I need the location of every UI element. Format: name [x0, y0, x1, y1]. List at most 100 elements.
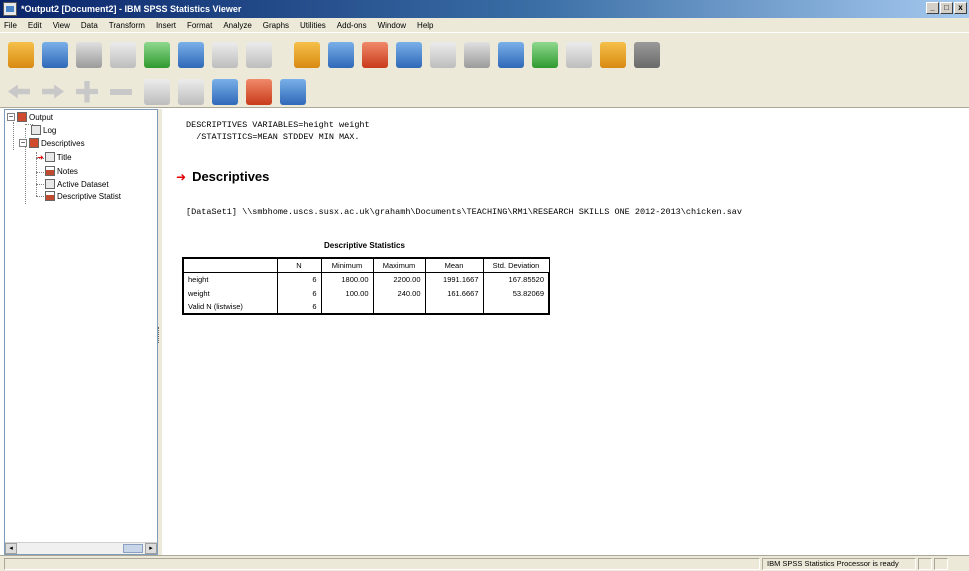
spelling-icon[interactable]: [532, 41, 558, 68]
use-sets-icon[interactable]: [430, 41, 456, 68]
row-label: Valid N (listwise): [182, 300, 278, 315]
table-icon: [45, 191, 55, 201]
descriptive-statistics-table[interactable]: N Minimum Maximum Mean Std. Deviation he…: [182, 257, 550, 315]
menu-insert[interactable]: Insert: [156, 21, 176, 30]
menu-file[interactable]: File: [4, 21, 17, 30]
stop-icon[interactable]: [634, 41, 660, 68]
window-title: *Output2 [Document2] - IBM SPSS Statisti…: [21, 4, 242, 14]
header-cell: Mean: [424, 257, 484, 273]
tree-item-descriptive-statistics[interactable]: Descriptive Statist: [45, 191, 121, 201]
outline-toolbar: [0, 76, 969, 108]
close-button[interactable]: x: [954, 2, 967, 14]
menu-view[interactable]: View: [53, 21, 70, 30]
export-icon[interactable]: [144, 41, 170, 68]
menu-transform[interactable]: Transform: [109, 21, 145, 30]
menu-window[interactable]: Window: [378, 21, 406, 30]
insert-heading-icon[interactable]: [212, 78, 238, 105]
table-row: weight 6 100.00 240.00 161.6667 53.82069: [182, 286, 550, 300]
undo-icon[interactable]: [212, 41, 238, 68]
print-preview-icon[interactable]: [110, 41, 136, 68]
designate-window-icon[interactable]: [498, 41, 524, 68]
menu-graphs[interactable]: Graphs: [263, 21, 289, 30]
menu-format[interactable]: Format: [187, 21, 212, 30]
tree-item-log[interactable]: Log: [31, 125, 56, 135]
insert-title-icon[interactable]: [246, 78, 272, 105]
menu-edit[interactable]: Edit: [28, 21, 42, 30]
status-bar: IBM SPSS Statistics Processor is ready: [0, 555, 969, 571]
menu-analyze[interactable]: Analyze: [223, 21, 251, 30]
header-cell: Minimum: [320, 257, 374, 273]
scroll-thumb[interactable]: [123, 544, 143, 553]
goto-data-icon[interactable]: [294, 41, 320, 68]
table-row: height 6 1800.00 2200.00 1991.1667 167.8…: [182, 271, 550, 286]
table-cell: 161.6667: [424, 286, 484, 300]
open-folder-icon[interactable]: [8, 41, 34, 68]
menu-help[interactable]: Help: [417, 21, 433, 30]
descriptives-heading[interactable]: ➜ Descriptives: [176, 169, 269, 184]
tree-item-descriptives[interactable]: − Descriptives: [19, 138, 85, 148]
splitter-grip[interactable]: [158, 327, 161, 343]
goto-variable-icon[interactable]: [362, 41, 388, 68]
collapse-toggle[interactable]: −: [7, 113, 15, 121]
collapse-toggle[interactable]: −: [19, 139, 27, 147]
table-row: Valid N (listwise) 6: [182, 300, 550, 315]
table-header-row: N Minimum Maximum Mean Std. Deviation: [182, 257, 550, 273]
recall-dialog-icon[interactable]: [178, 41, 204, 68]
demote-icon[interactable]: [42, 79, 68, 105]
table-cell: 6: [276, 271, 322, 286]
table-cell: [482, 300, 550, 315]
status-cell-main: [4, 558, 760, 570]
book-icon: [17, 112, 27, 122]
insert-text-icon[interactable]: [280, 78, 306, 105]
outline-horizontal-scrollbar[interactable]: ◂ ▸: [5, 542, 157, 554]
notes-icon: [45, 166, 55, 176]
outline-pane[interactable]: − Output Log − Descriptives ➜ Title Note…: [4, 109, 158, 555]
table-cell: 1800.00: [320, 271, 374, 286]
syntax-log[interactable]: DESCRIPTIVES VARIABLES=height weight /ST…: [186, 119, 370, 143]
tree-item-active-dataset[interactable]: Active Dataset: [45, 179, 109, 189]
collapse-icon[interactable]: [110, 79, 136, 105]
output-content-pane[interactable]: DESCRIPTIVES VARIABLES=height weight /ST…: [162, 109, 969, 555]
scroll-left-button[interactable]: ◂: [5, 543, 17, 554]
menu-utilities[interactable]: Utilities: [300, 21, 326, 30]
minimize-button[interactable]: _: [926, 2, 939, 14]
show-icon[interactable]: [144, 78, 170, 105]
table-cell: 6: [276, 300, 322, 315]
dataset-icon: [45, 179, 55, 189]
menu-add-ons[interactable]: Add-ons: [337, 21, 367, 30]
tree-item-notes[interactable]: Notes: [45, 166, 78, 176]
insert-output-icon[interactable]: [566, 41, 592, 68]
table-cell: 1991.1667: [424, 271, 484, 286]
table-cell: 240.00: [372, 286, 426, 300]
tree-item-output[interactable]: − Output: [7, 112, 53, 122]
promote-icon[interactable]: [8, 79, 34, 105]
show-all-variables-icon[interactable]: [464, 41, 490, 68]
processor-status-text: IBM SPSS Statistics Processor is ready: [767, 559, 899, 568]
book-icon: [29, 138, 39, 148]
header-cell: N: [276, 257, 322, 273]
descriptives-title: Descriptives: [192, 169, 270, 184]
redo-icon[interactable]: [246, 41, 272, 68]
tree-item-title[interactable]: ➜ Title: [37, 152, 72, 162]
hide-icon[interactable]: [178, 78, 204, 105]
tree-item-label: Title: [56, 152, 72, 162]
main-toolbar: [0, 32, 969, 76]
print-icon[interactable]: [76, 41, 102, 68]
run-script-icon[interactable]: [600, 41, 626, 68]
variables-icon[interactable]: [396, 41, 422, 68]
selected-arrow-icon: ➜: [37, 152, 44, 162]
goto-case-icon[interactable]: [328, 41, 354, 68]
header-cell: Std. Deviation: [482, 257, 550, 273]
red-arrow-icon: ➜: [176, 169, 187, 184]
maximize-button[interactable]: □: [940, 2, 953, 14]
scroll-right-button[interactable]: ▸: [145, 543, 157, 554]
expand-icon[interactable]: [76, 79, 102, 105]
title-icon: [44, 152, 55, 162]
save-icon[interactable]: [42, 41, 68, 68]
menu-data[interactable]: Data: [81, 21, 98, 30]
menu-bar: File Edit View Data Transform Insert For…: [0, 18, 969, 32]
table-cell: [424, 300, 484, 315]
active-dataset-line[interactable]: [DataSet1] \\smbhome.uscs.susx.ac.uk\gra…: [186, 207, 742, 217]
table-title: Descriptive Statistics: [324, 241, 405, 250]
tree-item-label: Active Dataset: [57, 179, 109, 189]
